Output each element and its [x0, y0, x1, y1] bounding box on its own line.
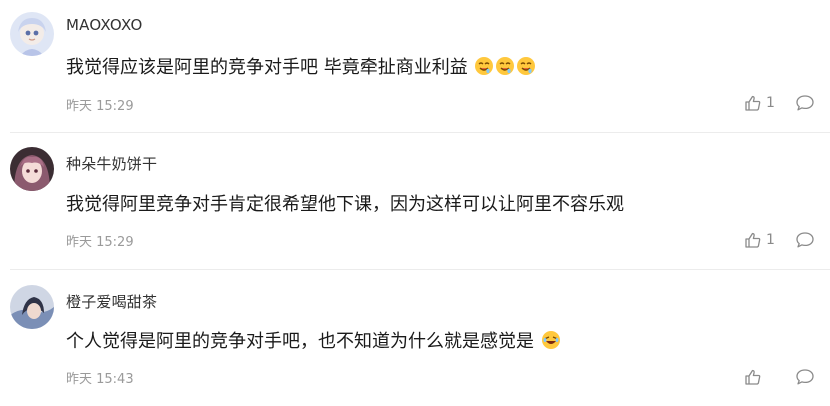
comment-username[interactable]: 种朵牛奶饼干	[66, 153, 157, 174]
reply-button[interactable]	[795, 231, 815, 249]
comment-item: 种朵牛奶饼干 我觉得阿里竞争对手肯定很希望他下课，因为这样可以让阿里不容乐观 昨…	[0, 135, 830, 268]
speech-bubble-icon	[796, 369, 814, 385]
comment-timestamp: 昨天 15:29	[66, 235, 134, 250]
reply-button[interactable]	[795, 94, 815, 112]
reply-button[interactable]	[795, 368, 815, 386]
avatar[interactable]	[10, 285, 54, 329]
like-button[interactable]: 1	[744, 94, 780, 112]
comment-text: 我觉得应该是阿里的竞争对手吧 毕竟牵扯商业利益	[66, 53, 536, 79]
comment-username[interactable]: 橙子爱喝甜茶	[66, 291, 157, 312]
comment-timestamp: 昨天 15:43	[66, 372, 134, 387]
comment-text: 我觉得阿里竞争对手肯定很希望他下课，因为这样可以让阿里不容乐观	[66, 190, 624, 216]
comment-item: MAOXOXO 我觉得应该是阿里的竞争对手吧 毕竟牵扯商业利益 昨天 15:29…	[0, 0, 830, 132]
thumbs-up-icon	[745, 95, 761, 111]
thumbs-up-icon	[745, 232, 761, 248]
comment-username[interactable]: MAOXOXO	[66, 16, 142, 34]
comment-timestamp: 昨天 15:29	[66, 99, 134, 114]
thumbs-up-icon	[745, 369, 761, 385]
comment-item: 橙子爱喝甜茶 个人觉得是阿里的竞争对手吧，也不知道为什么就是感觉是 昨天 15:…	[0, 271, 830, 406]
drooling-face-emoji	[516, 56, 536, 76]
speech-bubble-icon	[796, 95, 814, 111]
comment-text: 个人觉得是阿里的竞争对手吧，也不知道为什么就是感觉是	[66, 327, 561, 353]
like-button[interactable]	[744, 368, 780, 386]
divider	[10, 269, 830, 270]
comment-body: 个人觉得是阿里的竞争对手吧，也不知道为什么就是感觉是	[66, 331, 534, 352]
avatar[interactable]	[10, 12, 54, 56]
drooling-face-emoji	[474, 56, 494, 76]
comment-body: 我觉得阿里竞争对手肯定很希望他下课，因为这样可以让阿里不容乐观	[66, 194, 624, 215]
like-button[interactable]: 1	[744, 231, 780, 249]
drooling-face-emoji	[495, 56, 515, 76]
avatar[interactable]	[10, 147, 54, 191]
rolling-laughing-emoji	[541, 330, 561, 350]
like-count: 1	[766, 95, 775, 111]
like-count: 1	[766, 232, 775, 248]
divider	[10, 132, 830, 133]
comment-body: 我觉得应该是阿里的竞争对手吧 毕竟牵扯商业利益	[66, 57, 468, 78]
speech-bubble-icon	[796, 232, 814, 248]
